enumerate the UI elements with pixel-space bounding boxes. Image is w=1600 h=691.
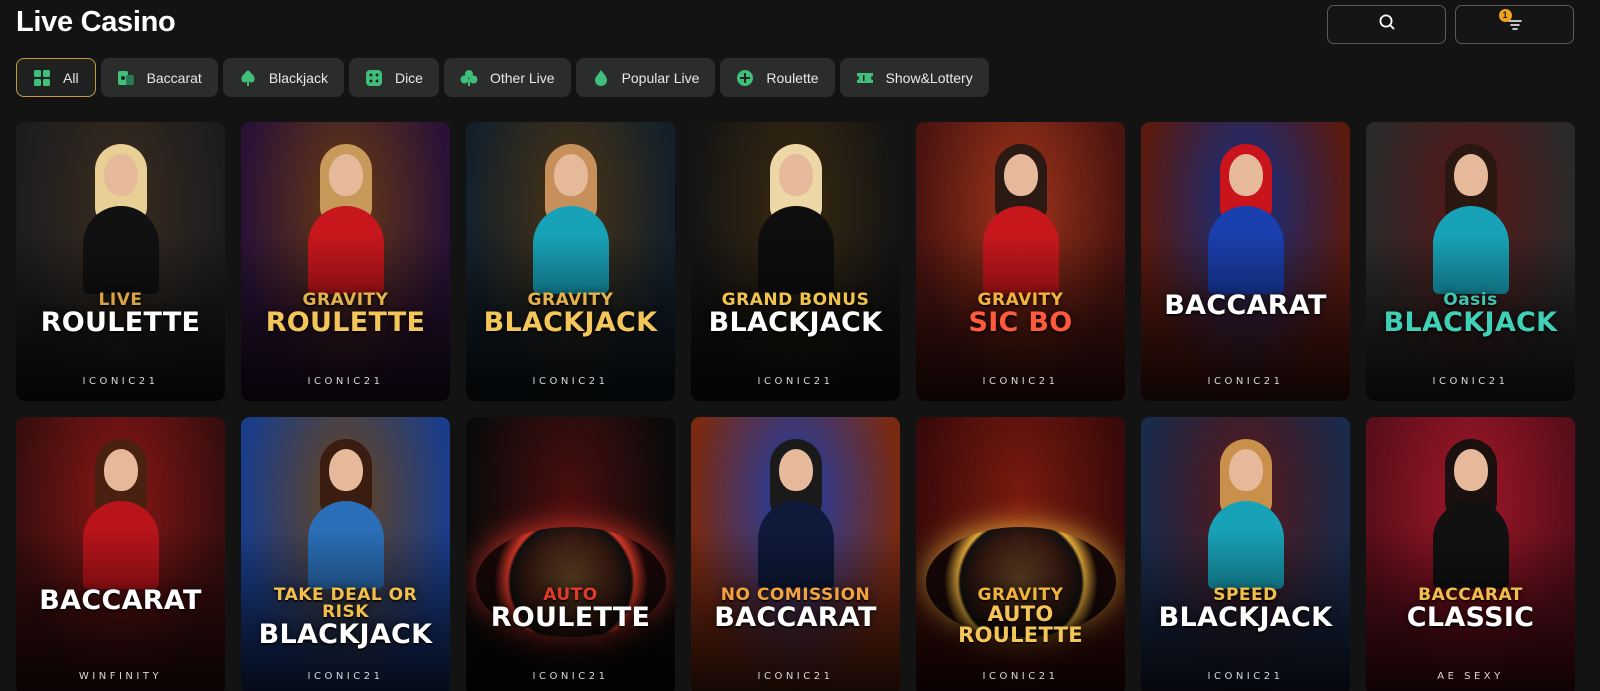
game-name: BLACKJACK — [1383, 307, 1558, 338]
dice-icon — [365, 69, 383, 87]
game-grid: LIVE ROULETTE ICONIC21 GRAVITY ROULETTE ICONI… — [16, 122, 1575, 691]
game-title: GRAVITY SIC BO — [924, 292, 1117, 338]
game-card[interactable]: GRAVITY AUTO ROULETTE ICONIC21 — [916, 417, 1125, 691]
provider-name: ICONIC21 — [307, 671, 384, 682]
spade-icon — [239, 69, 257, 87]
game-name: CLASSIC — [1406, 602, 1535, 633]
game-card[interactable]: BACCARAT WINFINITY — [16, 417, 225, 691]
tab-label: Popular Live — [621, 69, 700, 86]
game-card[interactable]: GRAVITY BLACKJACK ICONIC21 — [466, 122, 675, 401]
search-icon — [1378, 13, 1396, 36]
provider-name: ICONIC21 — [82, 376, 159, 387]
game-title: BACCARAT CLASSIC — [1374, 587, 1567, 633]
provider-name: AE SEXY — [1437, 671, 1504, 682]
tab-show-lottery[interactable]: Show&Lottery — [839, 58, 989, 97]
game-card[interactable]: TAKE DEAL OR RISK BLACKJACK ICONIC21 — [241, 417, 450, 691]
game-name: BACCARAT — [714, 602, 877, 633]
game-card[interactable]: GRAVITY ROULETTE ICONIC21 — [241, 122, 450, 401]
game-subtitle: TAKE DEAL OR RISK — [273, 585, 418, 622]
game-name: ROULETTE — [490, 602, 651, 633]
tab-label: Show&Lottery — [885, 69, 973, 86]
tab-dice[interactable]: Dice — [348, 58, 439, 97]
game-name: AUTO ROULETTE — [958, 602, 1083, 647]
tab-label: Blackjack — [268, 69, 328, 86]
tab-blackjack[interactable]: Blackjack — [222, 58, 344, 97]
filter-button[interactable]: 1 — [1455, 5, 1574, 44]
game-card[interactable]: SPEED BLACKJACK ICONIC21 — [1141, 417, 1350, 691]
game-name: SIC BO — [968, 307, 1073, 338]
game-title: Oasis BLACKJACK — [1374, 292, 1567, 338]
provider-name: ICONIC21 — [532, 376, 609, 387]
game-title: GRAVITY ROULETTE — [249, 292, 442, 338]
game-title: TAKE DEAL OR RISK BLACKJACK — [249, 585, 442, 650]
provider-name: ICONIC21 — [982, 671, 1059, 682]
game-card[interactable]: AUTO ROULETTE ICONIC21 — [466, 417, 675, 691]
provider-name: ICONIC21 — [307, 376, 384, 387]
game-title: BACCARAT — [1149, 292, 1342, 319]
game-name: ROULETTE — [265, 307, 426, 338]
tab-label: Roulette — [766, 69, 819, 86]
provider-name: ICONIC21 — [1432, 376, 1509, 387]
tab-other-live[interactable]: Other Live — [443, 58, 571, 97]
game-title: GRAVITY BLACKJACK — [474, 292, 667, 338]
tab-label: Other Live — [489, 69, 555, 86]
game-name: BLACKJACK — [1158, 602, 1333, 633]
filter-icon — [1504, 19, 1526, 40]
club-icon — [460, 69, 478, 87]
provider-name: ICONIC21 — [757, 671, 834, 682]
search-button[interactable] — [1327, 5, 1446, 44]
game-name: ROULETTE — [40, 307, 201, 338]
game-title: AUTO ROULETTE — [474, 587, 667, 633]
category-tabs: All Baccarat Blackjack Dice Other Live Popula… — [16, 58, 989, 97]
game-title: NO COMISSION BACCARAT — [699, 587, 892, 633]
game-name: BLACKJACK — [708, 307, 883, 338]
provider-name: ICONIC21 — [532, 671, 609, 682]
game-card[interactable]: LIVE ROULETTE ICONIC21 — [16, 122, 225, 401]
provider-name: WINFINITY — [78, 671, 163, 682]
tab-label: All — [63, 69, 79, 86]
notification-badge: 1 — [1498, 8, 1512, 22]
provider-name: ICONIC21 — [1207, 376, 1284, 387]
game-title: GRAVITY AUTO ROULETTE — [924, 587, 1117, 646]
ticket-icon — [856, 69, 874, 87]
provider-name: ICONIC21 — [982, 376, 1059, 387]
game-card[interactable]: Oasis BLACKJACK ICONIC21 — [1366, 122, 1575, 401]
tab-roulette[interactable]: Roulette — [720, 58, 835, 97]
game-card[interactable]: GRAVITY SIC BO ICONIC21 — [916, 122, 1125, 401]
tab-label: Dice — [394, 69, 423, 86]
game-title: LIVE ROULETTE — [24, 292, 217, 338]
game-card[interactable]: NO COMISSION BACCARAT ICONIC21 — [691, 417, 900, 691]
roulette-plus-icon — [736, 69, 754, 87]
cards-icon — [117, 69, 135, 87]
game-name: BLACKJACK — [258, 619, 433, 650]
game-card[interactable]: BACCARAT ICONIC21 — [1141, 122, 1350, 401]
game-name: BACCARAT — [1164, 290, 1327, 321]
flame-icon — [592, 69, 610, 87]
game-name: BLACKJACK — [483, 307, 658, 338]
game-title: GRAND BONUS BLACKJACK — [699, 292, 892, 338]
game-title: SPEED BLACKJACK — [1149, 587, 1342, 633]
tab-label: Baccarat — [146, 69, 202, 86]
game-card[interactable]: GRAND BONUS BLACKJACK ICONIC21 — [691, 122, 900, 401]
provider-name: ICONIC21 — [757, 376, 834, 387]
tab-baccarat[interactable]: Baccarat — [100, 58, 218, 97]
page-title: Live Casino — [16, 6, 176, 38]
grid-icon — [33, 69, 51, 87]
game-name: BACCARAT — [39, 585, 202, 616]
game-title: BACCARAT — [24, 587, 217, 614]
tab-all[interactable]: All — [16, 58, 96, 97]
game-card[interactable]: BACCARAT CLASSIC AE SEXY — [1366, 417, 1575, 691]
provider-name: ICONIC21 — [1207, 671, 1284, 682]
tab-popular-live[interactable]: Popular Live — [575, 58, 716, 97]
